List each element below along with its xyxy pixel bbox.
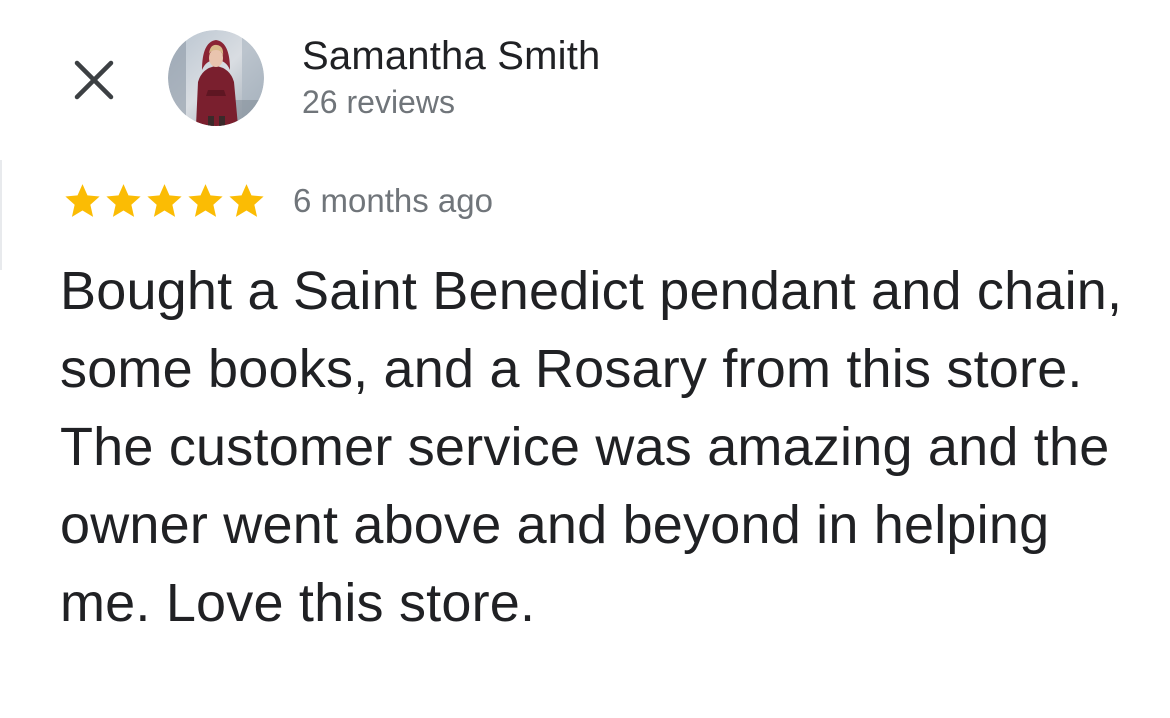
review-text: Bought a Saint Benedict pendant and chai… — [60, 261, 1123, 633]
reviewer-info[interactable]: Samantha Smith 26 reviews — [302, 32, 601, 122]
review-time: 6 months ago — [293, 182, 493, 219]
star-icon — [147, 183, 182, 217]
star-icon — [229, 183, 264, 217]
reviewer-name[interactable]: Samantha Smith — [302, 32, 601, 80]
avatar[interactable] — [168, 30, 264, 126]
star-icon — [65, 183, 100, 217]
star-icon — [188, 183, 223, 217]
close-button[interactable] — [66, 52, 122, 108]
star-icon — [106, 183, 141, 217]
rating-row: 6 months ago — [62, 178, 493, 224]
close-icon — [74, 60, 114, 100]
reviewer-review-count: 26 reviews — [302, 84, 455, 120]
profile-photo-icon — [168, 30, 264, 126]
left-edge-divider — [0, 160, 2, 270]
star-rating — [62, 181, 267, 222]
